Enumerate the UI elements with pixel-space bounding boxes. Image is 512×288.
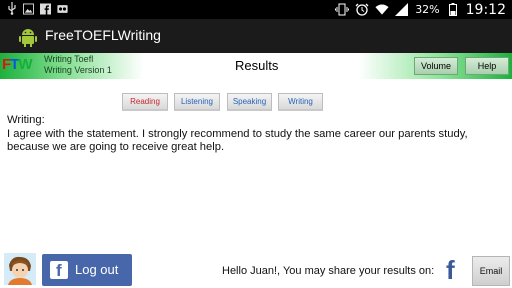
facebook-icon: f: [50, 261, 68, 280]
app-title: FreeTOEFLWriting: [45, 27, 161, 43]
header-subtitle: Writing Toefl Writing Version 1: [44, 54, 112, 76]
tab-writing[interactable]: Writing: [278, 93, 323, 111]
result-heading: Writing:: [7, 114, 45, 126]
ftw-logo: FTW: [2, 56, 33, 73]
alarm-icon: [355, 3, 369, 16]
battery-percentage: 32%: [415, 3, 440, 16]
page-title: Results: [235, 58, 279, 73]
status-bar: 32% 19:12: [0, 0, 512, 19]
signal-icon: [395, 3, 409, 16]
result-body: I agree with the statement. I strongly r…: [7, 127, 468, 154]
tab-reading[interactable]: Reading: [122, 93, 168, 111]
subtitle-line-2: Writing Version 1: [44, 65, 112, 75]
avatar: [4, 253, 36, 285]
tab-speaking[interactable]: Speaking: [227, 93, 272, 111]
results-header: FTW Writing Toefl Writing Version 1 Resu…: [0, 53, 512, 79]
voicemail-icon: [57, 2, 68, 15]
email-button[interactable]: Email: [472, 256, 510, 286]
battery-icon: [446, 3, 460, 16]
system-icons: 32% 19:12: [335, 0, 506, 19]
vibrate-icon: [335, 3, 350, 16]
notification-icons: [6, 2, 68, 15]
image-icon: [23, 2, 34, 15]
share-message: Hello Juan!, You may share your results …: [222, 265, 435, 277]
usb-icon: [6, 2, 17, 15]
clock: 19:12: [465, 1, 506, 18]
facebook-logout-button[interactable]: f Log out: [42, 254, 132, 286]
android-app-icon[interactable]: [18, 27, 38, 47]
subtitle-line-1: Writing Toefl: [44, 54, 94, 64]
facebook-share-icon[interactable]: f: [446, 257, 460, 283]
wifi-icon: [375, 3, 389, 16]
facebook-icon: [40, 2, 51, 15]
logout-label: Log out: [75, 262, 119, 277]
results-content: Writing: I agree with the statement. I s…: [7, 114, 505, 155]
app-bar: FreeTOEFLWriting: [0, 19, 512, 53]
volume-button[interactable]: Volume: [414, 57, 458, 75]
tab-listening[interactable]: Listening: [174, 93, 220, 111]
help-button[interactable]: Help: [465, 57, 509, 75]
